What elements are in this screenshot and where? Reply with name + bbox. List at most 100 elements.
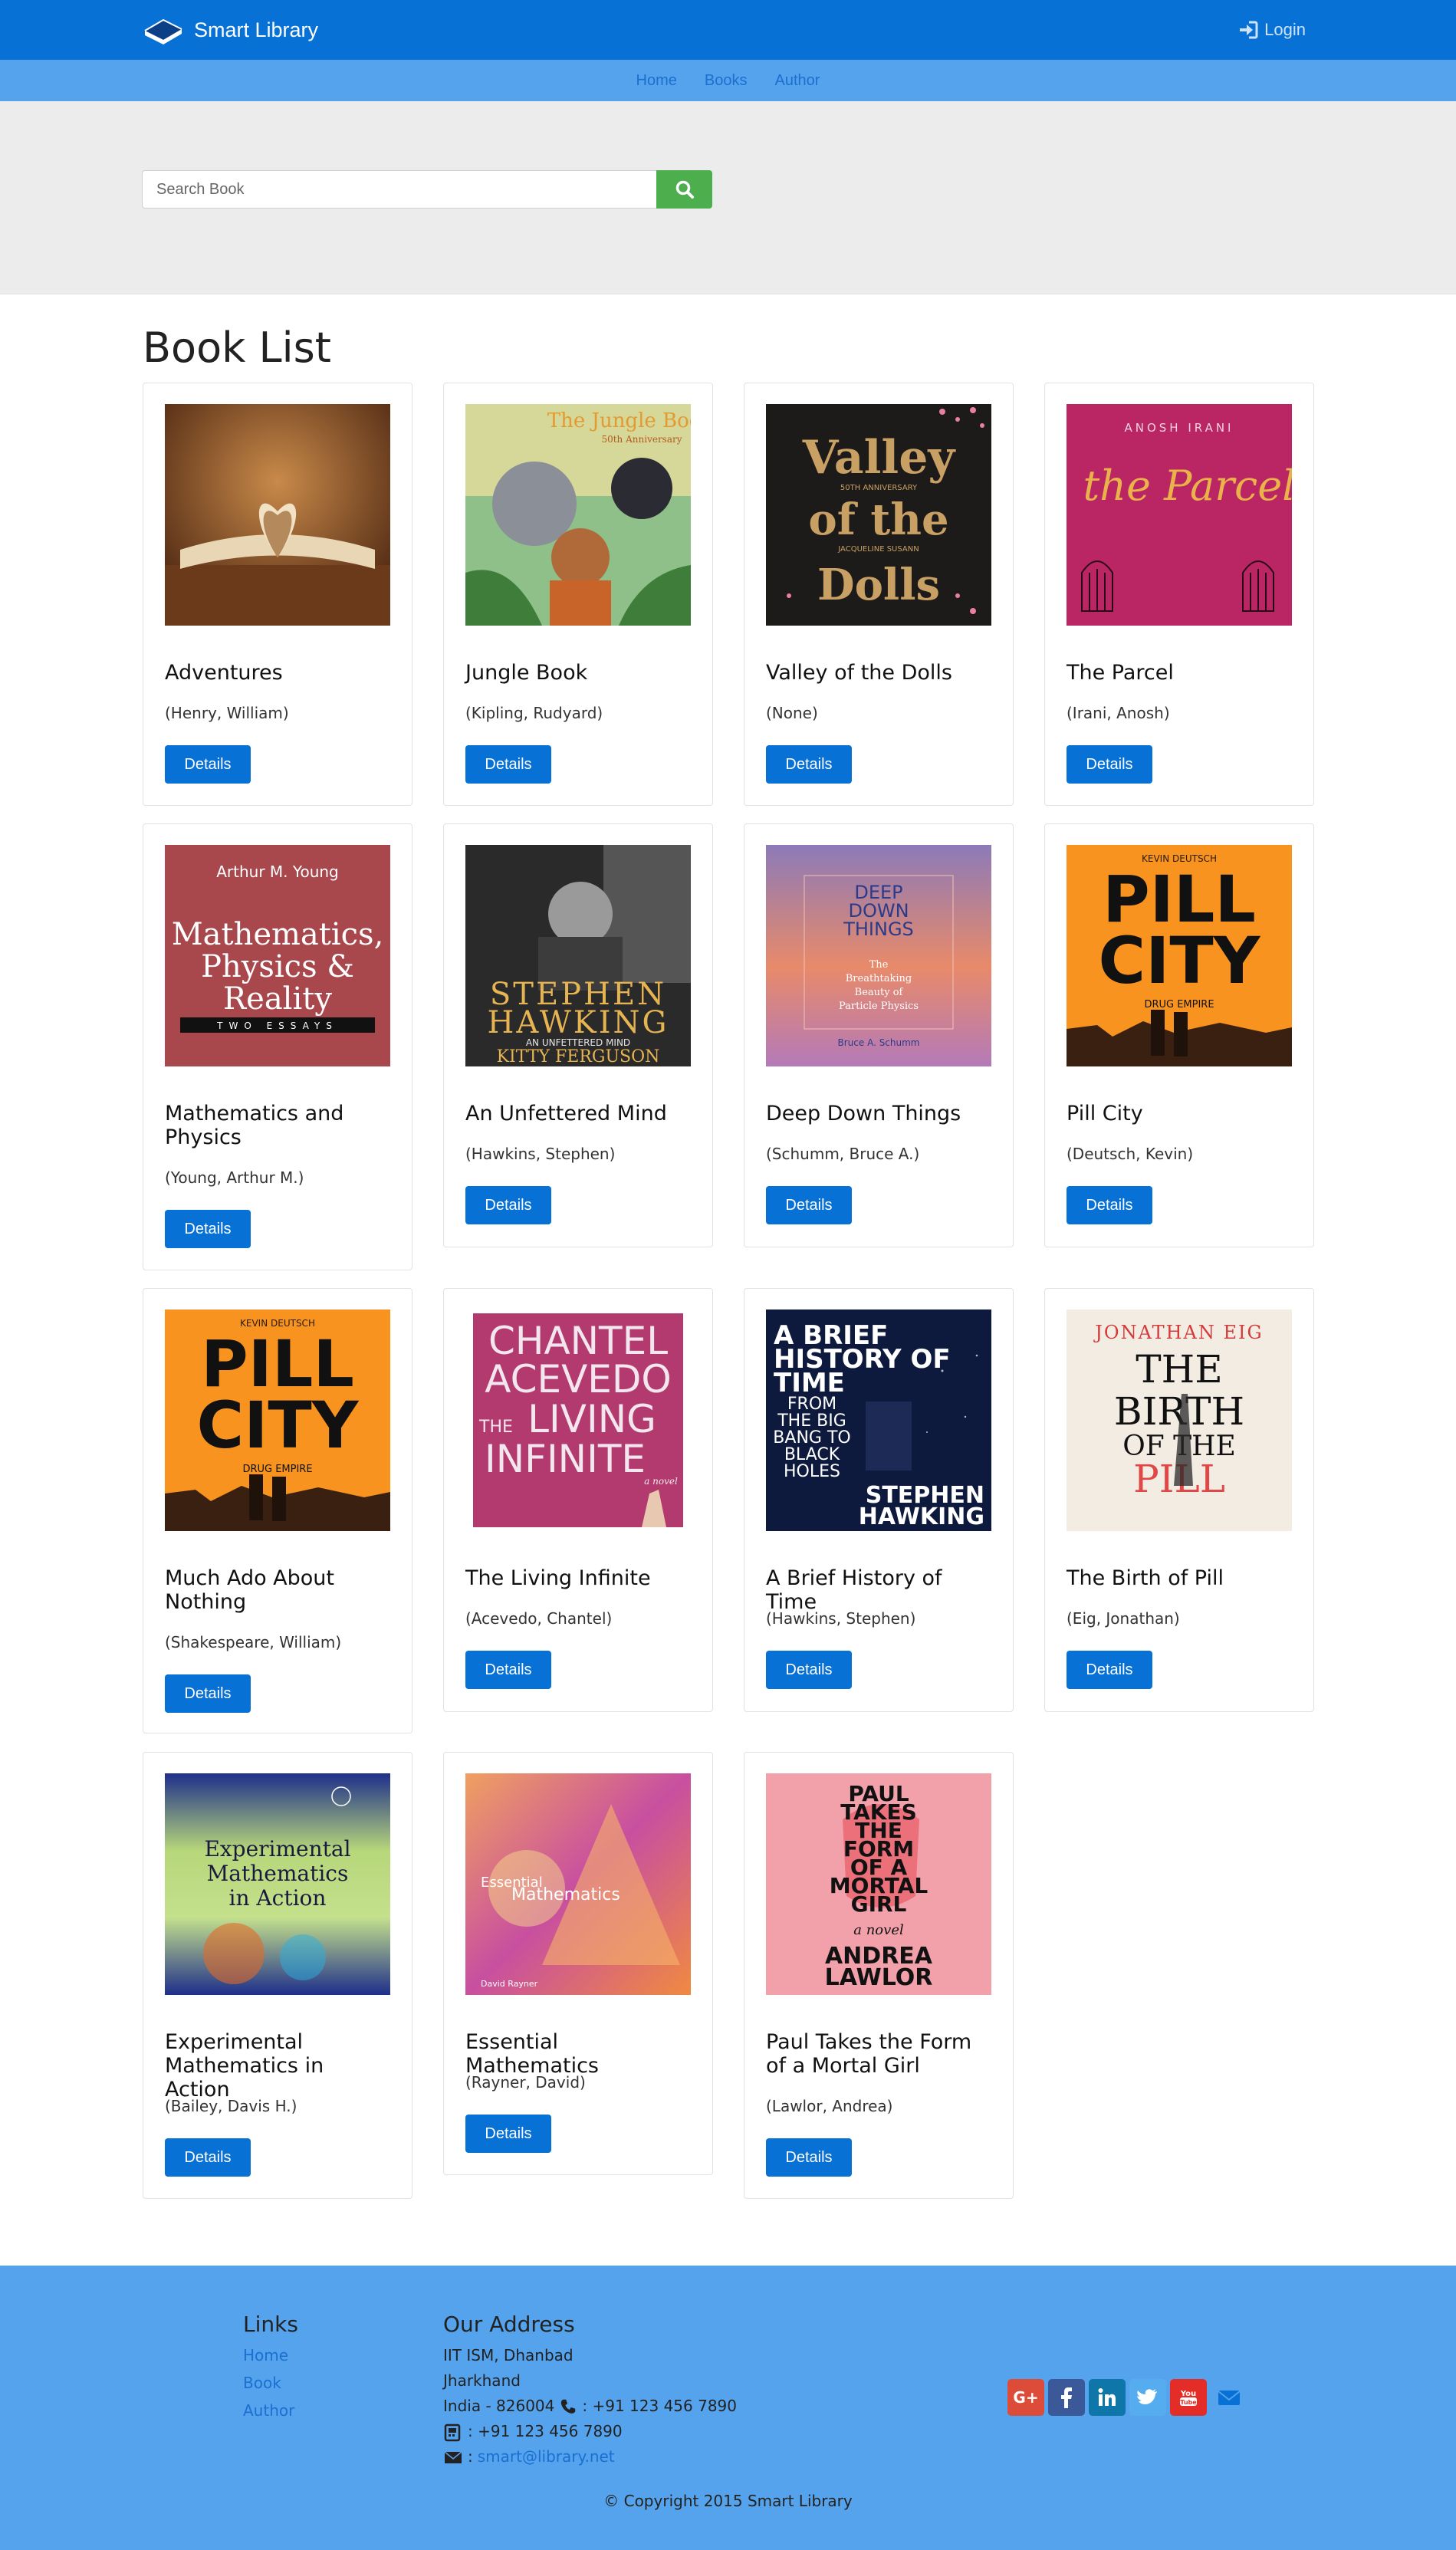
email-icon[interactable] — [1211, 2379, 1247, 2416]
search-icon — [675, 180, 694, 199]
jungle-book-cover: The Jungle Book 50th Anniversary — [465, 404, 691, 626]
cover-text: HAWKING — [859, 1503, 984, 1530]
book-author: (Deutsch, Kevin) — [1067, 1145, 1194, 1163]
book-title: A Brief History of Time — [766, 1566, 942, 1614]
book-card: Arthur M. Young Mathematics, Physics & R… — [143, 823, 412, 1270]
pill-city-cover: KEVIN DEUTSCH PILL CITY DRUG EMPIRE — [1067, 845, 1292, 1066]
copyright: © Copyright 2015 Smart Library — [603, 2492, 853, 2510]
details-button[interactable]: Details — [1067, 745, 1152, 784]
cover-text: INFINITE — [485, 1437, 646, 1481]
the-parcel-cover: ANOSH IRANI the Parcel — [1067, 404, 1292, 626]
nav-home[interactable]: Home — [636, 72, 677, 90]
details-button[interactable]: Details — [465, 745, 551, 784]
book-card: DEEP DOWN THINGS The Breathtaking Beauty… — [744, 823, 1014, 1247]
book-title: An Unfettered Mind — [465, 1102, 667, 1125]
cover-text: Mathematics — [511, 1885, 620, 1904]
birth-of-the-pill-cover: JONATHAN EIG THE BIRTH OF THE PILL — [1067, 1310, 1292, 1531]
essential-mathematics-cover: Essential Mathematics David Rayner — [465, 1773, 691, 1995]
cover-text: LAWLOR — [825, 1964, 933, 1991]
details-button[interactable]: Details — [766, 2138, 852, 2177]
book-title: Deep Down Things — [766, 1102, 961, 1125]
twitter-icon[interactable] — [1129, 2379, 1166, 2416]
google-plus-icon[interactable]: G+ — [1007, 2379, 1044, 2416]
book-title: Much Ado About Nothing — [165, 1566, 335, 1614]
cover-text: HAWKING — [488, 1005, 669, 1040]
cover-text: Reality — [223, 981, 332, 1017]
cover-text: DRUG EMPIRE — [1144, 999, 1214, 1010]
email-link[interactable]: smart@library.net — [478, 2444, 615, 2469]
nav-author[interactable]: Author — [775, 72, 820, 90]
book-author: (Henry, William) — [165, 704, 289, 722]
book-card: PAUL TAKES THE FORM OF A MORTAL GIRL a n… — [744, 1752, 1014, 2199]
cover-text: 50th Anniversary — [601, 434, 682, 445]
book-card: The Jungle Book 50th Anniversary Jungle … — [443, 383, 713, 806]
stephen-hawking-cover: STEPHEN HAWKING AN UNFETTERED MIND KITTY… — [465, 845, 691, 1066]
details-button[interactable]: Details — [766, 745, 852, 784]
cover-text: Experimental — [204, 1836, 350, 1862]
footer-address-heading: Our Address — [443, 2312, 575, 2337]
details-button[interactable]: Details — [465, 1186, 551, 1224]
details-button[interactable]: Details — [465, 1651, 551, 1689]
cover-text: the Parcel — [1083, 462, 1293, 510]
cover-text: Arthur M. Young — [216, 863, 339, 881]
email-prefix: : — [468, 2447, 473, 2466]
login-link[interactable]: Login — [1238, 18, 1306, 41]
book-card: JONATHAN EIG THE BIRTH OF THE PILL The B… — [1044, 1288, 1314, 1712]
book-author: (None) — [766, 704, 818, 722]
cover-text: JONATHAN EIG — [1093, 1322, 1263, 1343]
cover-text: TWO ESSAYS — [216, 1020, 338, 1031]
book-card: STEPHEN HAWKING AN UNFETTERED MIND KITTY… — [443, 823, 713, 1247]
book-author: (Hawkins, Stephen) — [766, 1609, 916, 1628]
book-card: KEVIN DEUTSCH PILL CITY DRUG EMPIRE Pill… — [1044, 823, 1314, 1247]
svg-text:G+: G+ — [1014, 2388, 1038, 2407]
book-author: (Shakespeare, William) — [165, 1633, 342, 1651]
book-title: Jungle Book — [465, 661, 588, 685]
book-card: ANOSH IRANI the Parcel The Parcel (Irani… — [1044, 383, 1314, 806]
cover-text: in Action — [229, 1885, 327, 1911]
youtube-icon[interactable]: You Tube — [1170, 2379, 1207, 2416]
details-button[interactable]: Details — [165, 745, 251, 784]
brand[interactable]: Smart Library — [142, 14, 318, 46]
footer-link-author[interactable]: Author — [243, 2401, 298, 2420]
sign-in-icon — [1240, 21, 1258, 39]
details-button[interactable]: Details — [1067, 1651, 1152, 1689]
page-title: Book List — [143, 324, 331, 372]
book-author: (Hawkins, Stephen) — [465, 1145, 616, 1163]
cover-text: Dolls — [817, 560, 940, 610]
linkedin-icon[interactable] — [1089, 2379, 1126, 2416]
details-button[interactable]: Details — [766, 1651, 852, 1689]
paul-takes-the-form-cover: PAUL TAKES THE FORM OF A MORTAL GIRL a n… — [766, 1773, 991, 1995]
brand-name: Smart Library — [194, 18, 319, 41]
details-button[interactable]: Details — [1067, 1186, 1152, 1224]
cover-text: KITTY FERGUSON — [497, 1047, 660, 1066]
phone-number: : +91 123 456 7890 — [582, 2397, 737, 2415]
cover-text: Beauty of — [855, 987, 904, 998]
cover-text: Bruce A. Schumm — [838, 1037, 920, 1048]
details-button[interactable]: Details — [165, 1674, 251, 1713]
facebook-icon[interactable] — [1048, 2379, 1085, 2416]
details-button[interactable]: Details — [465, 2115, 551, 2153]
nav-books[interactable]: Books — [705, 72, 748, 90]
footer-link-book[interactable]: Book — [243, 2374, 298, 2392]
search-button[interactable] — [656, 170, 712, 209]
book-author: (Eig, Jonathan) — [1067, 1609, 1180, 1628]
cover-text: HOLES — [784, 1462, 840, 1481]
experimental-mathematics-cover: Experimental Mathematics in Action — [165, 1773, 390, 1995]
book-author: (Rayner, David) — [465, 2073, 586, 2092]
book-author: (Bailey, Davis H.) — [165, 2097, 297, 2115]
details-button[interactable]: Details — [766, 1186, 852, 1224]
cover-text: Particle Physics — [839, 1001, 919, 1012]
open-book-heart-image — [165, 404, 390, 626]
footer-link-home[interactable]: Home — [243, 2346, 298, 2364]
the-living-infinite-cover: CHANTEL ACEVEDO THE LIVING INFINITE a no… — [465, 1310, 691, 1531]
address-line: India - 826004 — [443, 2397, 555, 2415]
address-line-phone: India - 826004 : +91 123 456 7890 — [443, 2394, 737, 2419]
details-button[interactable]: Details — [165, 1210, 251, 1248]
sub-navigation: Home Books Author — [0, 60, 1456, 101]
valley-of-the-dolls-cover: Valley 50TH ANNIVERSARY of the JACQUELIN… — [766, 404, 991, 626]
details-button[interactable]: Details — [165, 2138, 251, 2177]
cover-text: GIRL — [851, 1891, 907, 1917]
search-input[interactable] — [142, 170, 656, 209]
cover-text: ANOSH IRANI — [1124, 421, 1234, 435]
book-author: (Schumm, Bruce A.) — [766, 1145, 920, 1163]
